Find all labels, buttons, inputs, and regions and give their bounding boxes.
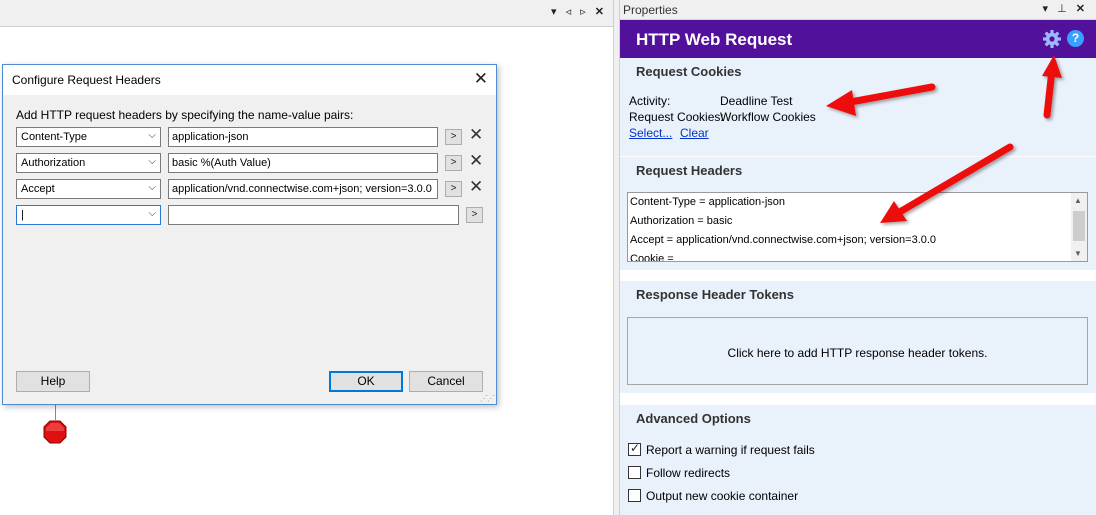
pin-icon[interactable]: ⊥: [1057, 3, 1070, 15]
help-icon[interactable]: ?: [1067, 30, 1084, 47]
response-tokens-hint: Click here to add HTTP response header t…: [727, 346, 988, 360]
advanced-options-section: Advanced Options Report a warning if req…: [620, 405, 1096, 515]
scroll-down-icon[interactable]: ▼: [1074, 249, 1082, 258]
request-cookies-value: Workflow Cookies: [720, 110, 816, 124]
header-name-dropdown[interactable]: Authorization ⌵: [16, 153, 161, 173]
tab-scroll-left-icon[interactable]: ◃: [566, 5, 575, 18]
response-tokens-box[interactable]: Click here to add HTTP response header t…: [627, 317, 1088, 385]
header-value-input[interactable]: application-json: [168, 127, 438, 147]
properties-titlebar: Properties ▾ ⊥ ✕: [620, 0, 1096, 20]
panel-close-icon[interactable]: ✕: [1076, 3, 1088, 15]
resize-grip-icon[interactable]: ⋰⋰: [480, 394, 495, 403]
header-row: Authorization ⌵ basic %(Auth Value) > ✕: [16, 151, 486, 173]
header-line: Cookie =: [630, 253, 674, 261]
output-cookie-checkbox[interactable]: [628, 489, 641, 502]
chevron-down-icon: ⌵: [148, 208, 156, 219]
header-name-dropdown[interactable]: Accept ⌵: [16, 179, 161, 199]
header-name-value: Content-Type: [21, 131, 88, 143]
cancel-button[interactable]: Cancel: [409, 371, 483, 392]
report-warning-checkbox[interactable]: [628, 441, 641, 456]
header-row: | ⌵ >: [16, 205, 486, 225]
dialog-close-icon[interactable]: ✕: [474, 69, 488, 89]
insert-token-button[interactable]: >: [445, 155, 462, 171]
follow-redirects-label: Follow redirects: [646, 466, 731, 480]
request-headers-textarea[interactable]: Content-Type = application-json Authoriz…: [627, 192, 1088, 262]
request-headers-section: Request Headers Content-Type = applicati…: [620, 157, 1096, 270]
stop-activity-icon[interactable]: [43, 420, 67, 444]
header-row: Accept ⌵ application/vnd.connectwise.com…: [16, 177, 486, 199]
output-cookie-label: Output new cookie container: [646, 489, 799, 503]
header-value-input[interactable]: basic %(Auth Value): [168, 153, 438, 173]
tab-list-dropdown-icon[interactable]: ▾: [551, 5, 560, 18]
delete-row-icon[interactable]: ✕: [469, 151, 483, 171]
help-button[interactable]: Help: [16, 371, 90, 392]
gear-icon[interactable]: [1042, 29, 1062, 49]
activity-title: HTTP Web Request: [636, 30, 793, 49]
chevron-down-icon: ⌵: [148, 182, 156, 193]
insert-token-button[interactable]: >: [445, 129, 462, 145]
section-title: Advanced Options: [636, 411, 751, 426]
dialog-instructions: Add HTTP request headers by specifying t…: [16, 108, 354, 122]
scroll-thumb[interactable]: [1073, 211, 1085, 241]
insert-token-button[interactable]: >: [445, 181, 462, 197]
header-line: Authorization = basic: [630, 215, 733, 227]
report-warning-label: Report a warning if request fails: [646, 443, 815, 457]
section-title: Response Header Tokens: [636, 287, 794, 302]
header-value-input[interactable]: application/vnd.connectwise.com+json; ve…: [168, 179, 438, 199]
insert-token-button[interactable]: >: [466, 207, 483, 223]
header-name-dropdown[interactable]: | ⌵: [16, 205, 161, 225]
header-name-value: Authorization: [21, 157, 86, 169]
header-line: Accept = application/vnd.connectwise.com…: [630, 234, 937, 246]
properties-controls: ▾ ⊥ ✕: [1043, 2, 1088, 15]
panel-options-icon[interactable]: ▾: [1043, 3, 1052, 15]
dialog-titlebar: Configure Request Headers ✕: [3, 65, 496, 95]
textarea-scrollbar[interactable]: ▲ ▼: [1071, 193, 1087, 261]
section-title: Request Cookies: [636, 64, 742, 79]
ok-button[interactable]: OK: [329, 371, 403, 392]
chevron-down-icon: ⌵: [148, 156, 156, 167]
section-title: Request Headers: [636, 163, 743, 178]
properties-title: Properties: [623, 3, 678, 17]
activity-value: Deadline Test: [720, 94, 793, 108]
tab-scroll-right-icon[interactable]: ▹: [580, 5, 589, 18]
tab-close-icon[interactable]: ✕: [595, 5, 607, 18]
configure-request-headers-dialog: Configure Request Headers ✕ Add HTTP req…: [2, 64, 497, 405]
header-name-value: |: [21, 209, 24, 221]
properties-panel: Properties ▾ ⊥ ✕ HTTP Web Request ? Requ…: [620, 0, 1096, 515]
chevron-down-icon: ⌵: [148, 130, 156, 141]
connector-line: [55, 405, 56, 420]
scroll-up-icon[interactable]: ▲: [1074, 196, 1082, 205]
request-cookies-label: Request Cookies:: [629, 110, 724, 124]
delete-row-icon[interactable]: ✕: [469, 125, 483, 145]
delete-row-icon[interactable]: ✕: [469, 177, 483, 197]
designer-tab-bar: ▾ ◃ ▹ ✕: [0, 0, 613, 27]
panel-splitter[interactable]: [613, 0, 620, 515]
clear-link[interactable]: Clear: [680, 126, 709, 140]
follow-redirects-checkbox[interactable]: [628, 466, 641, 479]
activity-header: HTTP Web Request ?: [620, 20, 1096, 58]
header-name-dropdown[interactable]: Content-Type ⌵: [16, 127, 161, 147]
header-line: Content-Type = application-json: [630, 196, 786, 208]
dialog-title: Configure Request Headers: [12, 73, 161, 87]
header-value-input[interactable]: [168, 205, 459, 225]
response-header-tokens-section: Response Header Tokens Click here to add…: [620, 281, 1096, 393]
select-link[interactable]: Select...: [629, 126, 672, 140]
request-cookies-section: Request Cookies Activity: Deadline Test …: [620, 58, 1096, 156]
designer-tab-controls: ▾ ◃ ▹ ✕: [551, 5, 607, 18]
activity-label: Activity:: [629, 94, 671, 108]
header-name-value: Accept: [21, 183, 55, 195]
header-row: Content-Type ⌵ application-json > ✕: [16, 125, 486, 147]
